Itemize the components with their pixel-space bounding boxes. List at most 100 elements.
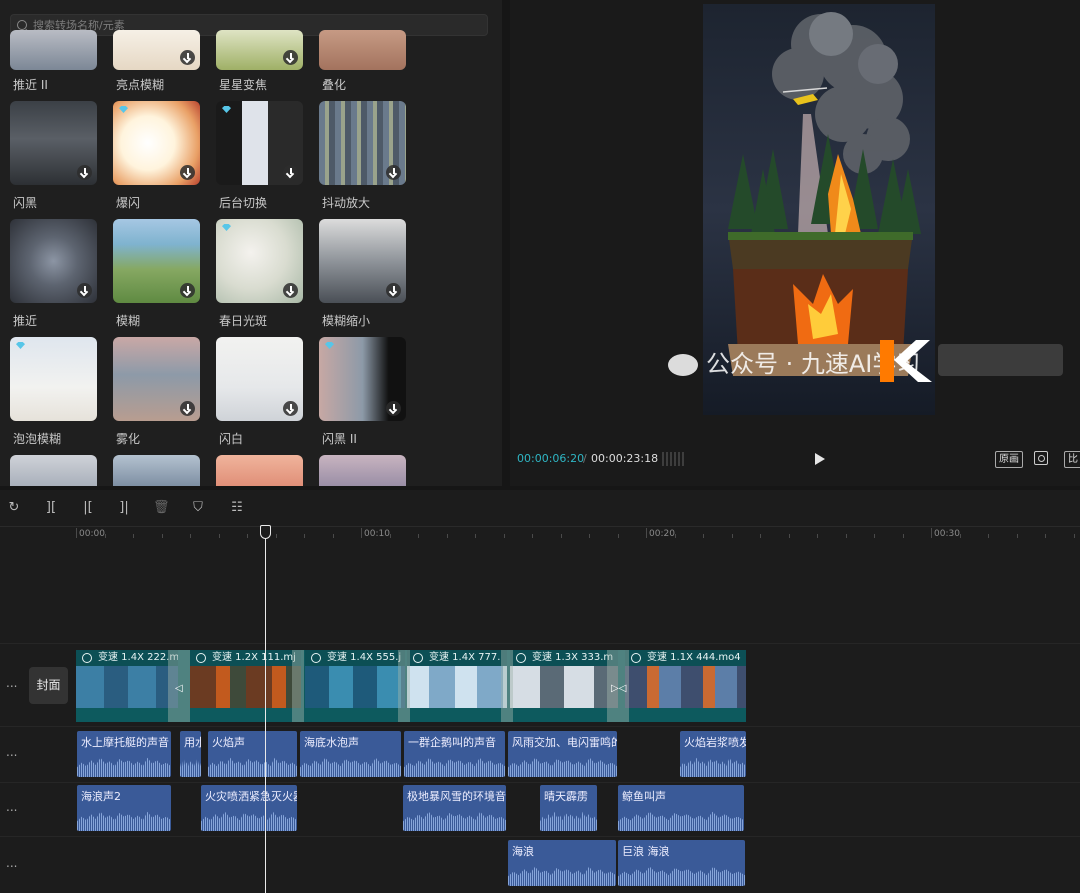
ruler-small-tick (988, 534, 989, 538)
speed-icon (516, 653, 526, 663)
transition-label: 亮点模糊 (116, 78, 165, 92)
transition-tile[interactable] (319, 337, 406, 421)
cover-button[interactable]: 封面 (29, 667, 68, 704)
audio-clip[interactable]: 用水 (180, 731, 201, 777)
caption-icon[interactable]: ☷ (229, 500, 245, 516)
download-icon[interactable] (77, 283, 92, 298)
ruler-label: 00:00 (79, 529, 105, 539)
track-more-icon[interactable]: ... (6, 676, 17, 690)
audio-clip[interactable]: 海浪 (508, 840, 616, 886)
download-icon[interactable] (180, 283, 195, 298)
transition-marker[interactable] (398, 650, 410, 722)
transition-tile[interactable] (113, 219, 200, 303)
download-icon[interactable] (283, 50, 298, 65)
transition-label: 推近 II (13, 78, 48, 92)
audio-clip[interactable]: 鲸鱼叫声 (618, 785, 744, 831)
download-icon[interactable] (180, 401, 195, 416)
ruler-small-tick (789, 534, 790, 538)
audio-waveform (77, 757, 171, 777)
playhead-line[interactable] (265, 526, 266, 893)
transition-tile[interactable] (10, 455, 97, 486)
track-more-icon[interactable]: ... (6, 856, 17, 870)
current-time: 00:00:06:20 (517, 452, 585, 465)
transition-tile[interactable] (113, 101, 200, 185)
ruler-label: 00:20 (649, 529, 675, 539)
total-time: 00:00:23:18 (591, 452, 659, 465)
download-icon[interactable] (283, 401, 298, 416)
track-more-icon[interactable]: ... (6, 745, 17, 759)
site-logo (880, 340, 1063, 382)
download-icon[interactable] (386, 401, 401, 416)
transition-tile[interactable] (10, 101, 97, 185)
audio-clip[interactable]: 巨浪 海浪 (618, 840, 745, 886)
transition-tile[interactable] (319, 219, 406, 303)
delete-icon[interactable]: 🗑 (153, 500, 170, 516)
video-clip[interactable]: 变速 1.4X 222.m (76, 650, 178, 710)
transition-marker[interactable]: ◁ (168, 650, 190, 722)
audio-clip[interactable]: 一群企鹅叫的声音 (404, 731, 505, 777)
transition-tile[interactable] (10, 30, 97, 70)
transition-tile[interactable] (319, 455, 406, 486)
audio-clip[interactable]: 火焰岩浆喷发 (680, 731, 746, 777)
transition-tile[interactable] (216, 455, 303, 486)
download-icon[interactable] (180, 50, 195, 65)
download-icon[interactable] (386, 165, 401, 180)
original-quality-button[interactable]: 原画 (995, 451, 1023, 468)
ruler-small-tick (1045, 534, 1046, 538)
transition-tile[interactable] (319, 101, 406, 185)
clip-thumbnails (407, 666, 507, 708)
play-icon[interactable] (815, 453, 825, 465)
transition-marker[interactable] (501, 650, 513, 722)
trim-left-icon[interactable]: |[ (80, 500, 96, 516)
transition-marker[interactable] (292, 650, 304, 722)
premium-gem-icon (222, 106, 231, 113)
trim-right-icon[interactable]: ]| (116, 500, 132, 516)
clip-label: 变速 1.2X 111.mj (212, 652, 296, 663)
marker-icon[interactable]: ⛉ (190, 500, 206, 516)
transition-tile[interactable] (319, 30, 406, 70)
audio-clip[interactable]: 水上摩托艇的声音 (77, 731, 171, 777)
transition-tile[interactable] (10, 219, 97, 303)
transition-marker[interactable]: ▷◁ (607, 650, 629, 722)
transition-tile[interactable] (216, 219, 303, 303)
transition-tile[interactable] (216, 337, 303, 421)
video-clip[interactable]: 变速 1.4X 777. (407, 650, 507, 710)
transition-tile[interactable] (10, 337, 97, 421)
timecode-grid-icon[interactable] (662, 452, 684, 466)
audio-waveform (680, 757, 746, 777)
audio-clip[interactable]: 海底水泡声 (300, 731, 401, 777)
video-clip[interactable]: 变速 1.2X 111.mj (190, 650, 301, 710)
audio-clip[interactable]: 晴天霹雳 (540, 785, 597, 831)
audio-waveform (403, 811, 506, 831)
track-more-icon[interactable]: ... (6, 800, 17, 814)
audio-clip[interactable]: 风雨交加、电闪雷鸣的声 (508, 731, 617, 777)
transition-tile[interactable] (216, 101, 303, 185)
transition-label: 爆闪 (116, 196, 141, 210)
transition-tile[interactable] (113, 30, 200, 70)
video-clip[interactable]: 变速 1.4X 555.j (305, 650, 405, 710)
audio-clip[interactable]: 火焰声 (208, 731, 297, 777)
download-icon[interactable] (77, 165, 92, 180)
audio-clip[interactable]: 火灾喷洒紧急灭火器 (201, 785, 297, 831)
transition-tile[interactable] (113, 455, 200, 486)
fullscreen-icon[interactable] (1034, 451, 1048, 465)
split-icon[interactable]: ][ (43, 500, 59, 516)
redo-icon[interactable]: ↻ (6, 500, 22, 516)
video-clip[interactable]: 变速 1.3X 333.m (510, 650, 618, 710)
ruler-small-tick (903, 534, 904, 538)
download-icon[interactable] (283, 283, 298, 298)
download-icon[interactable] (180, 165, 195, 180)
time-separator: / (583, 452, 587, 465)
transition-tile[interactable] (113, 337, 200, 421)
audio-clip[interactable]: 极地暴风雪的环境音效 (403, 785, 506, 831)
video-clip[interactable]: 变速 1.1X 444.mo4 (625, 650, 746, 710)
download-icon[interactable] (386, 283, 401, 298)
audio-clip[interactable]: 海浪声2 (77, 785, 171, 831)
ruler-small-tick (1074, 534, 1075, 538)
transitions-panel: 推近 II 亮点模糊 星星变焦 叠化 闪黑 爆闪 后台切换 抖动放大 推近 模糊… (0, 0, 502, 486)
aspect-ratio-button[interactable]: 比 (1064, 451, 1080, 468)
ruler-label: 00:30 (934, 529, 960, 539)
playhead-handle[interactable] (260, 525, 271, 539)
download-icon[interactable] (283, 165, 298, 180)
transition-tile[interactable] (216, 30, 303, 70)
